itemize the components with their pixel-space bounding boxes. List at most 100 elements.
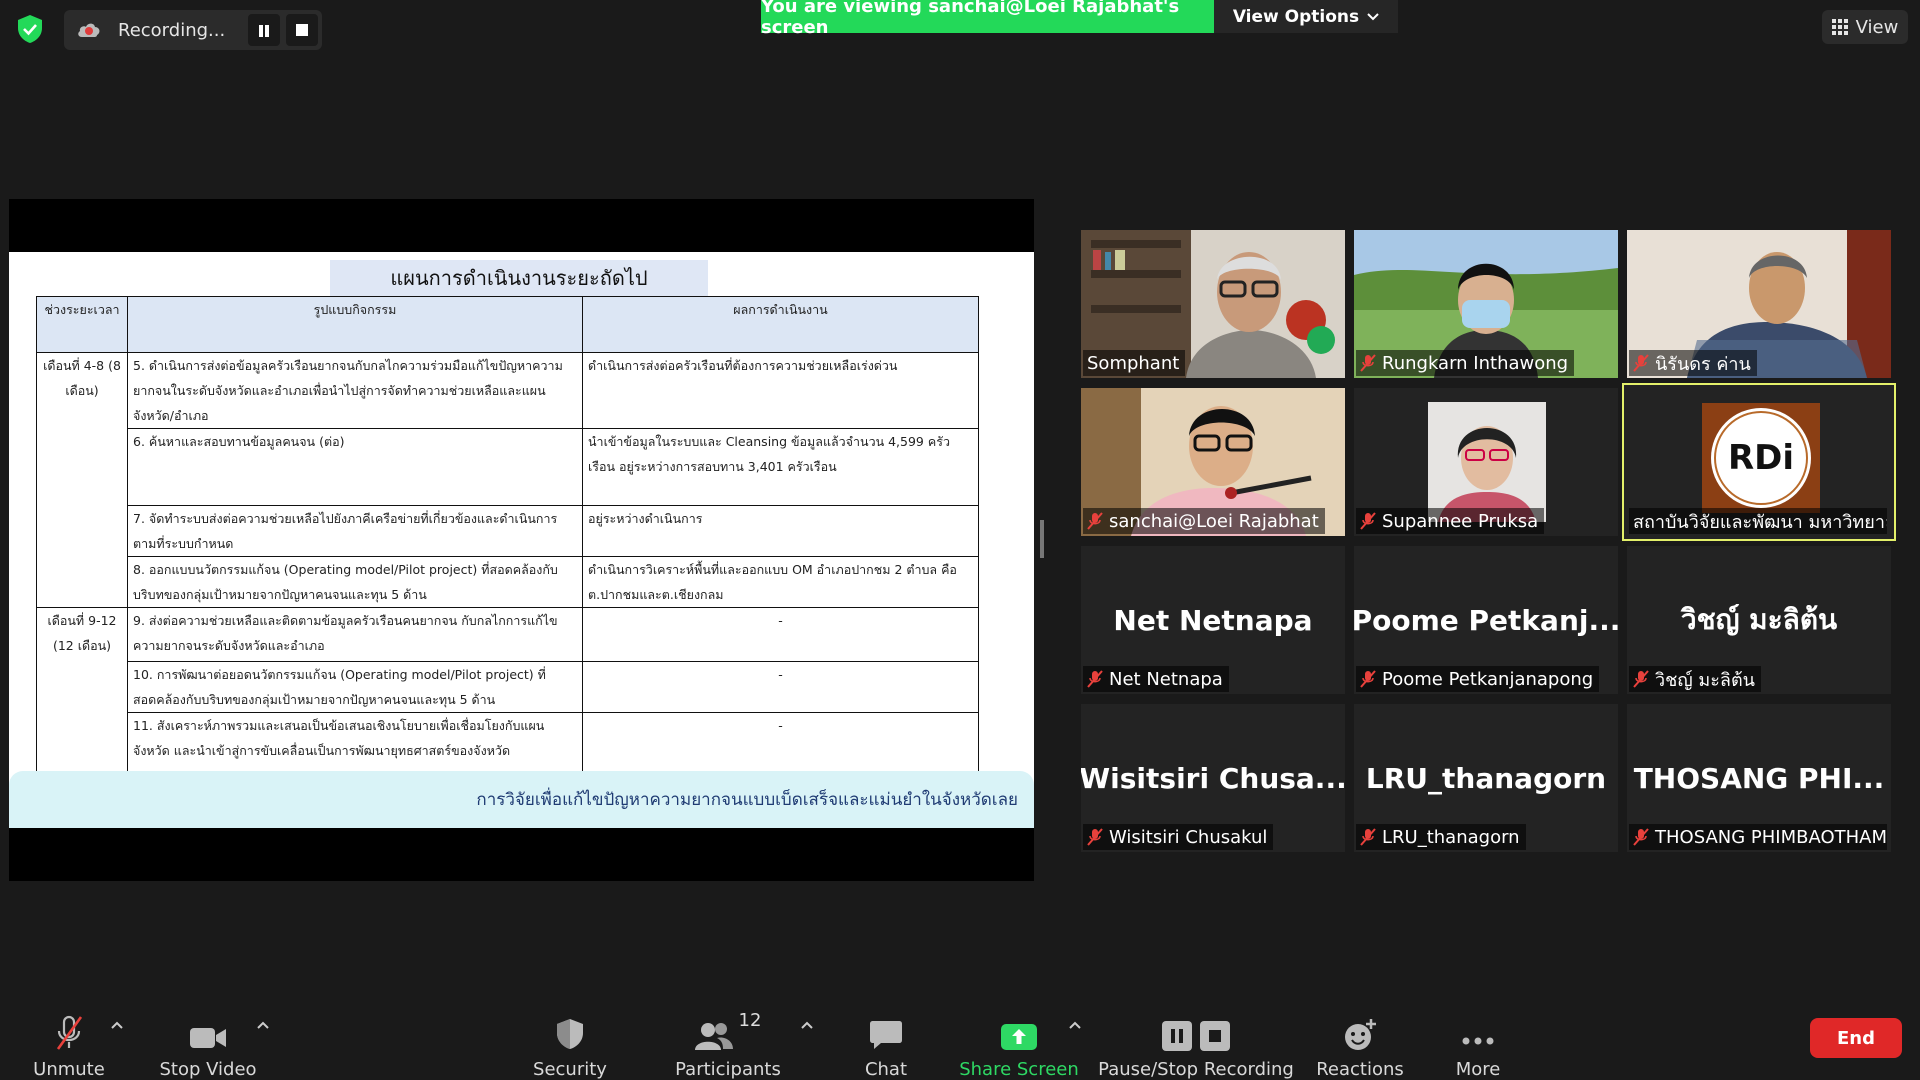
video-camera-icon <box>190 1028 226 1048</box>
table-row: 11. สังเคราะห์ภาพรวมและเสนอเป็นข้อเสนอเช… <box>37 712 979 773</box>
more-button[interactable]: More <box>1448 988 1508 1080</box>
result-cell: ดำเนินการส่งต่อครัวเรือนที่ต้องการความช่… <box>582 352 979 429</box>
result-cell: ดำเนินการวิเคราะห์พื้นที่และออกแบบ OM อำ… <box>582 556 979 608</box>
view-label: View <box>1855 16 1899 38</box>
table-row: เดือนที่ 9-12 (12 เดือน) 9. ส่งต่อความช่… <box>36 607 979 773</box>
security-shield-outline-icon <box>557 1019 583 1049</box>
participant-name-label: THOSANG PHIMBAOTHAM <box>1629 824 1887 850</box>
presentation-slide: แผนการดำเนินงานระยะถัดไป ช่วงระยะเวลา รู… <box>9 252 1034 828</box>
result-cell: นำเข้าข้อมูลในระบบและ Cleansing ข้อมูลแล… <box>582 428 979 506</box>
video-options-caret-icon[interactable] <box>256 1020 270 1030</box>
activity-cell: 5. ดำเนินการส่งต่อข้อมูลครัวเรือนยากจนกั… <box>127 352 583 429</box>
pause-stop-recording-label: Pause/Stop Recording <box>1098 1059 1294 1080</box>
participant-name-label: วิชญ์ มะลิต้น <box>1629 666 1761 692</box>
participant-tile-active-speaker[interactable]: RDi สถาบันวิจัยและพัฒนา มหาวิทยาลั... <box>1622 383 1896 541</box>
reactions-button[interactable]: Reactions <box>1316 988 1404 1080</box>
header-activity: รูปแบบกิจกรรม <box>127 296 583 353</box>
stop-recording-button[interactable] <box>286 14 318 46</box>
participant-name-label: LRU_thanagorn <box>1356 824 1526 850</box>
chat-bubble-icon <box>870 1021 902 1049</box>
muted-mic-icon <box>1360 512 1376 530</box>
participants-options-caret-icon[interactable] <box>800 1020 814 1030</box>
participant-tile[interactable]: Supannee Pruksa <box>1354 388 1618 536</box>
result-cell: - <box>582 661 979 713</box>
participants-icon <box>694 1023 733 1050</box>
participant-name: Somphant <box>1087 352 1180 374</box>
chat-label: Chat <box>864 1059 908 1080</box>
recording-label: Recording... <box>118 19 226 41</box>
share-screen-label: Share Screen <box>959 1059 1079 1080</box>
shared-screen[interactable]: แผนการดำเนินงานระยะถัดไป ช่วงระยะเวลา รู… <box>9 199 1034 881</box>
share-screen-icon <box>1001 1024 1037 1050</box>
unmute-label: Unmute <box>33 1059 105 1080</box>
participant-name: LRU_thanagorn <box>1382 826 1520 848</box>
unmute-button[interactable]: Unmute <box>28 988 110 1080</box>
slide-footer: การวิจัยเพื่อแก้ไขปัญหาความยากจนแบบเบ็ดเ… <box>9 771 1034 828</box>
participant-tile[interactable]: Net Netnapa Net Netnapa <box>1081 546 1345 694</box>
activity-cell: 6. ค้นหาและสอบทานข้อมูลคนจน (ต่อ) <box>127 428 583 506</box>
participant-name: Rungkarn Inthawong <box>1382 352 1569 374</box>
activity-cell: 10. การพัฒนาต่อยอดนวัตกรรมแก้จน (Operati… <box>127 661 583 713</box>
table-row: 7. จัดทำระบบส่งต่อความช่วยเหลือไปยังภาคี… <box>37 505 979 557</box>
result-cell: - <box>582 712 979 773</box>
meeting-toolbar: Unmute Stop Video Security 12 Participan… <box>0 988 1920 1080</box>
pause-stop-recording-button[interactable]: Pause/Stop Recording <box>1098 988 1294 1080</box>
participant-tile[interactable]: Wisitsiri Chusa... Wisitsiri Chusakul <box>1081 704 1345 852</box>
participant-name-label: นิรันดร ค่าน <box>1629 350 1757 376</box>
audio-options-caret-icon[interactable] <box>110 1020 124 1030</box>
participant-name-label: Rungkarn Inthawong <box>1356 350 1575 376</box>
participant-tile[interactable]: sanchai@Loei Rajabhat <box>1081 388 1345 536</box>
participant-tile[interactable]: LRU_thanagorn LRU_thanagorn <box>1354 704 1618 852</box>
end-meeting-button[interactable]: End <box>1810 1018 1902 1058</box>
muted-mic-icon <box>1360 828 1376 846</box>
participant-name-label: Somphant <box>1083 350 1186 376</box>
participant-tile[interactable]: Poome Petkanj... Poome Petkanjanapong <box>1354 546 1618 694</box>
participant-tile[interactable]: วิชญ์ มะลิต้น วิชญ์ มะลิต้น <box>1627 546 1891 694</box>
participant-name: Net Netnapa <box>1109 668 1223 690</box>
activity-cell: 11. สังเคราะห์ภาพรวมและเสนอเป็นข้อเสนอเช… <box>127 712 583 773</box>
participant-name: วิชญ์ มะลิต้น <box>1655 669 1755 691</box>
pause-icon <box>1162 1021 1192 1051</box>
share-options-caret-icon[interactable] <box>1068 1020 1082 1030</box>
stop-video-label: Stop Video <box>159 1059 257 1080</box>
share-screen-button[interactable]: Share Screen <box>959 988 1079 1080</box>
result-cell: อยู่ระหว่างดำเนินการ <box>582 505 979 557</box>
participant-count: 12 <box>738 1010 762 1031</box>
view-options-button[interactable]: View Options <box>1214 0 1398 33</box>
view-button[interactable]: View <box>1822 10 1908 44</box>
resize-handle[interactable] <box>1040 520 1044 558</box>
participant-tile[interactable]: Somphant <box>1081 230 1345 378</box>
security-shield-icon[interactable] <box>16 14 44 44</box>
microphone-muted-icon <box>56 1015 83 1050</box>
view-options-label: View Options <box>1232 6 1360 27</box>
chevron-down-icon <box>1367 12 1379 20</box>
participant-name-label: สถาบันวิจัยและพัฒนา มหาวิทยาลั... <box>1629 508 1887 534</box>
stop-video-button[interactable]: Stop Video <box>159 988 257 1080</box>
pause-recording-button[interactable] <box>248 14 280 46</box>
slide-title-box: แผนการดำเนินงานระยะถัดไป <box>330 260 708 296</box>
table-row: 8. ออกแบบนวัตกรรมแก้จน (Operating model/… <box>37 556 979 608</box>
more-label: More <box>1455 1059 1501 1080</box>
participant-tile[interactable]: Rungkarn Inthawong <box>1354 230 1618 378</box>
slide-footer-text: การวิจัยเพื่อแก้ไขปัญหาความยากจนแบบเบ็ดเ… <box>476 790 1018 810</box>
participant-tile[interactable]: THOSANG PHI... THOSANG PHIMBAOTHAM <box>1627 704 1891 852</box>
plan-table: ช่วงระยะเวลา รูปแบบกิจกรรม ผลการดำเนินงา… <box>36 296 979 773</box>
period-cell: เดือนที่ 4-8 (8 เดือน) <box>36 352 128 608</box>
cloud-recording-icon <box>78 23 100 37</box>
participants-button[interactable]: 12 Participants <box>674 988 782 1080</box>
more-dots-icon <box>1462 1037 1494 1045</box>
period-cell: เดือนที่ 9-12 (12 เดือน) <box>36 607 128 773</box>
participant-name-label: Net Netnapa <box>1083 666 1229 692</box>
muted-mic-icon <box>1360 670 1376 688</box>
chat-button[interactable]: Chat <box>856 988 916 1080</box>
participant-tile[interactable]: นิรันดร ค่าน <box>1627 230 1891 378</box>
reactions-label: Reactions <box>1316 1059 1404 1080</box>
participant-name: Poome Petkanjanapong <box>1382 668 1594 690</box>
table-header-row: ช่วงระยะเวลา รูปแบบกิจกรรม ผลการดำเนินงา… <box>36 296 979 353</box>
participant-name-label: Wisitsiri Chusakul <box>1083 824 1274 850</box>
table-row: 6. ค้นหาและสอบทานข้อมูลคนจน (ต่อ) นำเข้า… <box>37 428 979 506</box>
activity-cell: 9. ส่งต่อความช่วยเหลือและติดตามข้อมูลครั… <box>127 607 583 662</box>
security-button[interactable]: Security <box>530 988 610 1080</box>
participant-name-label: Poome Petkanjanapong <box>1356 666 1600 692</box>
participant-name-label: sanchai@Loei Rajabhat <box>1083 508 1325 534</box>
